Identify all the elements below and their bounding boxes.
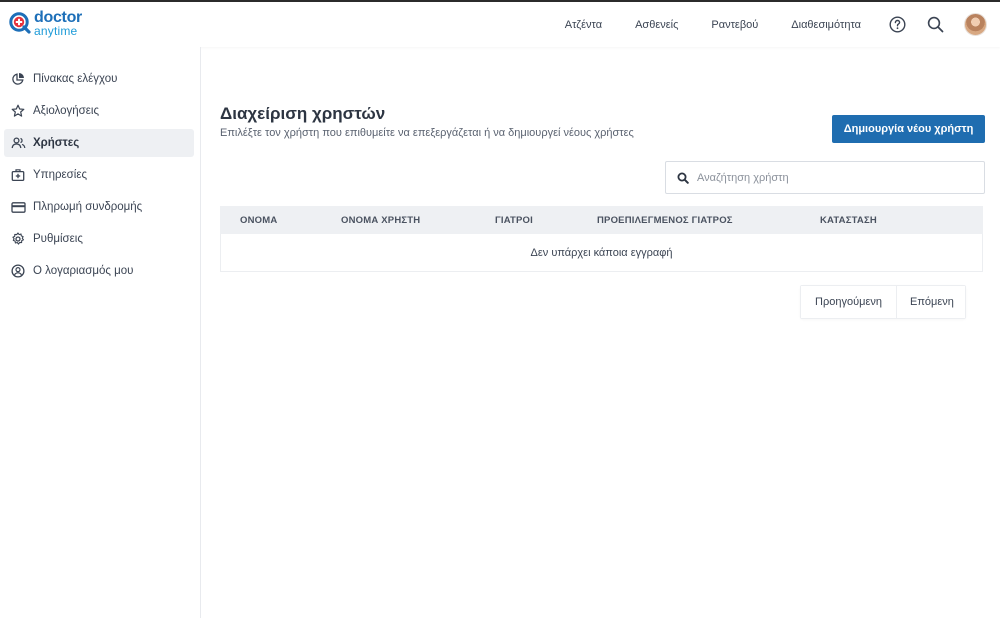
column-header-status[interactable]: ΚΑΤΑΣΤΑΣΗ	[820, 215, 877, 226]
search-input[interactable]	[697, 171, 977, 184]
column-header-default-doctor[interactable]: ΠΡΟΕΠΙΛΕΓΜΕΝΟΣ ΓΙΑΤΡΟΣ	[597, 215, 733, 226]
nav-link-appointments[interactable]: Ραντεβού	[711, 19, 758, 31]
gear-icon	[10, 231, 26, 247]
doctor-anytime-logo[interactable]: doctor anytime	[9, 9, 89, 40]
sidebar-item-label: Πληρωμή συνδρομής	[33, 201, 143, 213]
table-header: ΟΝΟΜΑ ΟΝΟΜΑ ΧΡΗΣΤΗ ΓΙΑΤΡΟΙ ΠΡΟΕΠΙΛΕΓΜΕΝΟ…	[220, 206, 983, 234]
pagination: Προηγούμενη Επόμενη	[800, 285, 966, 319]
help-circle-icon[interactable]	[888, 16, 906, 34]
avatar[interactable]	[964, 13, 987, 36]
sidebar-item-label: Ο λογαριασμός μου	[33, 265, 134, 277]
sidebar-item-services[interactable]: Υπηρεσίες	[4, 161, 194, 189]
pie-chart-icon	[10, 71, 26, 87]
nav-link-agenda[interactable]: Ατζέντα	[565, 19, 602, 31]
sidebar-item-dashboard[interactable]: Πίνακας ελέγχου	[4, 65, 194, 93]
sidebar-item-settings[interactable]: Ρυθμίσεις	[4, 225, 194, 253]
column-header-doctors[interactable]: ΓΙΑΤΡΟΙ	[495, 215, 533, 226]
sidebar-item-label: Αξιολογήσεις	[33, 105, 99, 117]
sidebar-item-label: Πίνακας ελέγχου	[33, 73, 118, 85]
column-header-username[interactable]: ΟΝΟΜΑ ΧΡΗΣΤΗ	[341, 215, 420, 226]
users-table: ΟΝΟΜΑ ΟΝΟΜΑ ΧΡΗΣΤΗ ΓΙΑΤΡΟΙ ΠΡΟΕΠΙΛΕΓΜΕΝΟ…	[220, 206, 983, 272]
page-subtitle: Επιλέξτε τον χρήστη που επιθυμείτε να επ…	[220, 127, 634, 139]
sidebar: Πίνακας ελέγχου Αξιολογήσεις Χρήστες Υπη…	[0, 47, 201, 618]
top-nav: Ατζέντα Ασθενείς Ραντεβού Διαθεσιμότητα	[565, 2, 1000, 47]
sidebar-item-label: Υπηρεσίες	[33, 169, 87, 181]
credit-card-icon	[10, 199, 26, 215]
nav-link-availability[interactable]: Διαθεσιμότητα	[791, 19, 861, 31]
create-new-user-button[interactable]: Δημιουργία νέου χρήστη	[832, 115, 985, 143]
user-circle-icon	[10, 263, 26, 279]
next-page-button[interactable]: Επόμενη	[897, 286, 965, 318]
sidebar-item-subscription-payment[interactable]: Πληρωμή συνδρομής	[4, 193, 194, 221]
sidebar-item-users[interactable]: Χρήστες	[4, 129, 194, 157]
search-icon[interactable]	[926, 16, 944, 34]
sidebar-item-reviews[interactable]: Αξιολογήσεις	[4, 97, 194, 125]
sidebar-item-label: Χρήστες	[33, 137, 80, 149]
table-empty-message: Δεν υπάρχει κάποια εγγραφή	[220, 234, 983, 272]
previous-page-button[interactable]: Προηγούμενη	[801, 286, 897, 318]
sidebar-item-label: Ρυθμίσεις	[33, 233, 83, 245]
users-icon	[10, 135, 26, 151]
top-navigation-bar: doctor anytime Ατζέντα Ασθενείς Ραντεβού…	[0, 0, 1000, 47]
nav-link-patients[interactable]: Ασθενείς	[635, 19, 678, 31]
main-content: Διαχείριση χρηστών Επιλέξτε τον χρήστη π…	[202, 47, 1000, 618]
search-icon	[677, 171, 691, 185]
logo-text-anytime: anytime	[34, 24, 78, 38]
star-icon	[10, 103, 26, 119]
user-search-box[interactable]	[665, 161, 985, 194]
column-header-name[interactable]: ΟΝΟΜΑ	[240, 215, 277, 226]
sidebar-item-my-account[interactable]: Ο λογαριασμός μου	[4, 257, 194, 285]
logo-mark-icon	[9, 12, 31, 34]
page-title: Διαχείριση χρηστών	[220, 104, 386, 123]
medical-bag-icon	[10, 167, 26, 183]
